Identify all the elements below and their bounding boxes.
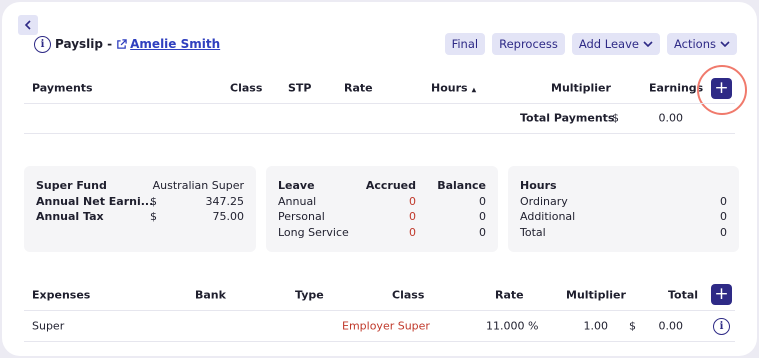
hours-panel: Hours Ordinary 0 Additional 0 Total 0 [508,166,739,252]
payslip-card: i Payslip - Amelie Smith Final Reprocess… [2,2,757,356]
annual-net-label: Annual Net Earni... [36,194,154,208]
leave-row: Personal 0 0 [278,210,486,226]
actions-label: Actions [673,37,716,51]
col-hours[interactable]: Hours ▲ [431,82,476,95]
col-stp[interactable]: STP [288,82,312,95]
total-payments-row: Total Payments $ 0.00 [24,103,735,133]
leave-accrued: 0 [409,225,416,239]
annual-tax-currency: $ [150,210,157,223]
expense-multiplier: 1.00 [583,319,609,333]
leave-name: Personal [278,210,325,223]
expense-currency: $ [629,319,636,333]
final-button[interactable]: Final [444,33,486,55]
hours-header-row: Hours [520,179,727,195]
hours-value: 0 [720,210,727,223]
col-multiplier[interactable]: Multiplier [551,82,611,95]
leave-col-leave: Leave [278,179,315,192]
leave-row: Long Service 0 0 [278,226,486,242]
hours-value: 0 [720,225,727,239]
payments-header-row: Payments Class STP Rate Hours ▲ Multiplie… [24,73,735,103]
leave-panel: Leave Accrued Balance Annual 0 0 Persona… [266,166,498,252]
actions-dropdown[interactable]: Actions [666,33,737,55]
sort-asc-icon: ▲ [471,86,477,94]
leave-row: Annual 0 0 [278,195,486,211]
leave-header-row: Leave Accrued Balance [278,179,486,195]
col-multiplier[interactable]: Multiplier [566,289,626,302]
hours-name: Ordinary [520,194,568,208]
leave-balance: 0 [479,210,486,223]
hours-name: Total [520,225,546,239]
summary-panel: Super Fund Australian Super Annual Net E… [24,166,256,252]
employee-name: Amelie Smith [130,37,221,51]
annual-tax-value: 75.00 [212,210,245,223]
total-payments-currency: $ [612,111,619,125]
add-leave-label: Add Leave [578,37,639,51]
leave-balance: 0 [479,225,486,239]
add-leave-dropdown[interactable]: Add Leave [571,33,660,55]
chevron-down-icon [720,41,730,47]
chevron-left-icon [24,20,31,30]
total-payments-value: 0.00 [658,111,684,125]
employee-link[interactable]: Amelie Smith [116,37,220,51]
col-rate[interactable]: Rate [495,289,524,302]
col-bank[interactable]: Bank [195,289,226,302]
divider [24,133,735,134]
col-expenses: Expenses [32,288,91,302]
final-label: Final [451,37,479,51]
annual-net-row: Annual Net Earni... $ 347.25 [36,195,244,211]
hours-name: Additional [520,210,576,223]
super-fund-label: Super Fund [36,179,107,192]
page-title: Payslip - [55,37,113,51]
divider [24,341,735,342]
col-type[interactable]: Type [295,289,324,302]
leave-accrued: 0 [409,210,416,223]
leave-accrued: 0 [409,194,416,208]
leave-balance: 0 [479,194,486,208]
chevron-down-icon [643,41,653,47]
col-class[interactable]: Class [230,82,262,95]
super-fund-value: Australian Super [152,179,244,192]
expense-name: Super [32,319,65,333]
col-class[interactable]: Class [392,289,424,302]
payslip-header: i Payslip - Amelie Smith Final Reprocess… [34,33,737,55]
reprocess-button[interactable]: Reprocess [492,33,565,55]
info-icon[interactable]: i [34,35,51,53]
hours-title: Hours [520,179,557,192]
hours-row: Ordinary 0 [520,195,727,211]
expense-total: 0.00 [658,319,684,333]
annual-net-currency: $ [150,194,157,208]
annual-tax-row: Annual Tax $ 75.00 [36,210,244,226]
reprocess-label: Reprocess [499,37,558,51]
hours-value: 0 [720,194,727,208]
leave-col-accrued: Accrued [365,179,416,192]
annual-net-value: 347.25 [205,194,245,208]
total-payments-label: Total Payments [520,111,615,125]
hours-row: Total 0 [520,226,727,242]
col-earnings[interactable]: Earnings [649,82,703,95]
col-total[interactable]: Total [668,289,698,302]
col-hours-label: Hours [431,81,468,95]
leave-name: Long Service [278,225,349,239]
leave-col-balance: Balance [437,179,486,192]
back-button[interactable] [18,15,38,35]
expenses-header-row: Expenses Bank Type Class Rate Multiplier… [24,280,735,310]
hours-row: Additional 0 [520,210,727,226]
expense-class: Employer Super [342,319,430,333]
expense-rate: 11.000 % [486,319,539,333]
leave-name: Annual [278,194,317,208]
annual-tax-label: Annual Tax [36,210,104,223]
col-payments: Payments [32,81,93,95]
super-fund-row: Super Fund Australian Super [36,179,244,195]
external-link-icon [117,38,127,49]
info-icon[interactable]: i [713,318,730,335]
header-actions: Final Reprocess Add Leave Actions [444,33,737,55]
add-expense-button[interactable]: + [711,284,732,305]
col-rate[interactable]: Rate [344,82,373,95]
expense-row: Super Employer Super 11.000 % 1.00 $ 0.0… [24,311,735,341]
